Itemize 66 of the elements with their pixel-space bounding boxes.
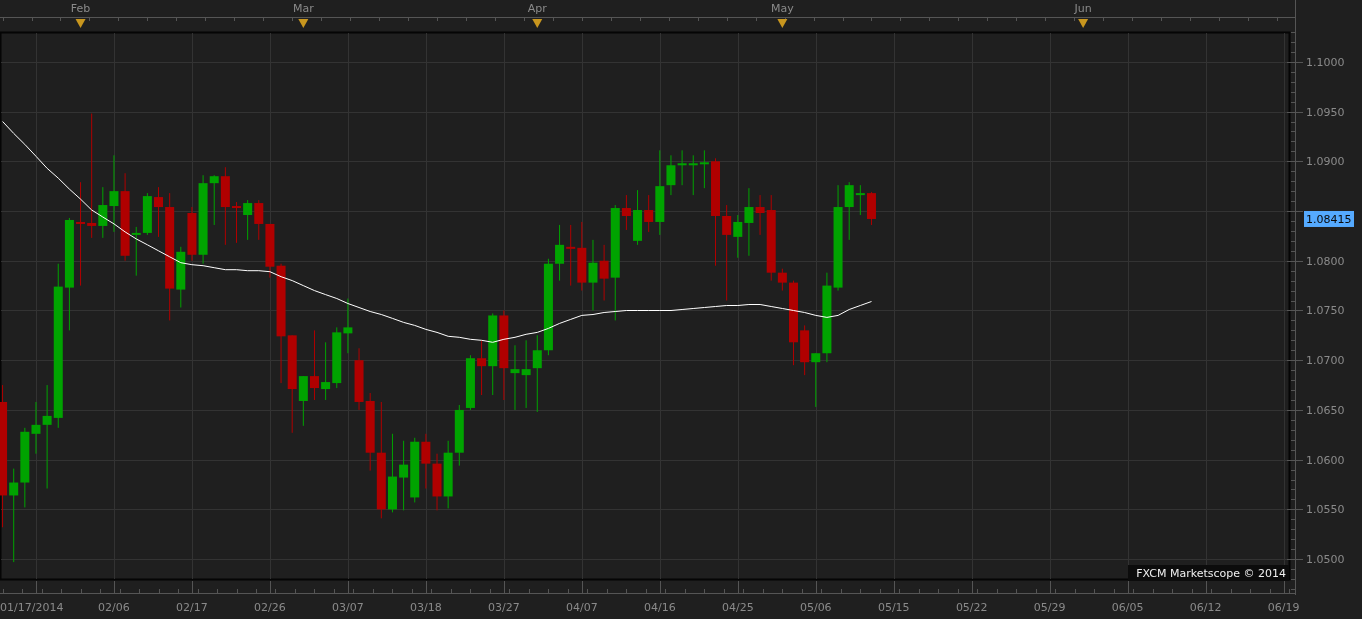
axis-label: 04/16 [643,601,676,614]
axis-label: 1.0800 [1306,254,1345,268]
triangle-marker-icon [777,19,788,28]
candlestick [800,324,810,376]
candlestick [343,298,353,354]
axis-label: 05/22 [955,601,988,614]
candlestick [566,224,576,287]
candlestick [443,440,453,509]
axis-label: 1.0900 [1306,155,1345,169]
candlestick [421,433,431,489]
candlestick [232,201,241,244]
axis-label: 02/17 [176,601,208,614]
axis-label: 1.0700 [1306,354,1345,368]
copyright-text: FXCM Marketscope © 2014 [1128,565,1289,581]
triangle-marker-icon [1078,19,1089,28]
triangle-marker-icon [75,19,86,28]
candlestick [510,344,520,411]
axis-label: 05/06 [799,601,832,614]
candlestick [866,191,876,226]
candlestick [521,339,531,409]
candlestick [465,354,475,411]
candlestick [142,192,152,236]
axis-label: 03/27 [488,601,520,614]
axis-label: 06/05 [1111,601,1144,614]
month-label: Mar [292,2,314,15]
candlestick [399,440,409,511]
axis-label: 05/29 [1033,601,1066,614]
candlestick [321,341,331,401]
axis-label: 1.0600 [1306,453,1345,467]
month-label: Jun [1074,2,1092,15]
axis-label: 1.0650 [1306,403,1345,417]
axis-label: 1.0950 [1306,105,1345,119]
month-label: Apr [527,2,547,15]
candlestick [588,239,598,311]
candlestick [454,404,464,467]
triangle-marker-icon [532,19,543,28]
candlestick [310,329,319,401]
month-label: Feb [70,2,91,15]
candlestick [699,149,709,189]
axis-label: 01/17/2014 [0,601,64,614]
axis-label: 1.0500 [1306,553,1345,567]
candlestick [243,199,253,241]
axis-label: 1.0550 [1306,503,1345,517]
candlestick [154,186,163,238]
candlestick [677,149,687,186]
axis-label: 02/26 [254,601,286,614]
axis-label: 03/18 [410,601,442,614]
candlestick [410,437,420,503]
candlestick [432,453,442,511]
axis-label: 1.1000 [1306,55,1345,69]
candlestick [577,221,587,292]
axis-label: 06/12 [1189,601,1222,614]
axis-label: 02/06 [98,601,130,614]
candlestick [254,199,264,241]
axis-label: 1.0750 [1306,304,1345,318]
axis-label: 06/19 [1267,601,1300,614]
triangle-marker-icon [298,19,309,28]
month-label: May [771,2,794,15]
candlestick [354,347,364,411]
axis-label: 05/15 [877,601,910,614]
axis-label: 04/25 [721,601,754,614]
candlestick [555,224,565,282]
candlestick [332,326,342,389]
axis-label: 03/07 [332,601,364,614]
candlestick [688,154,698,196]
axis-label: 04/07 [566,601,598,614]
